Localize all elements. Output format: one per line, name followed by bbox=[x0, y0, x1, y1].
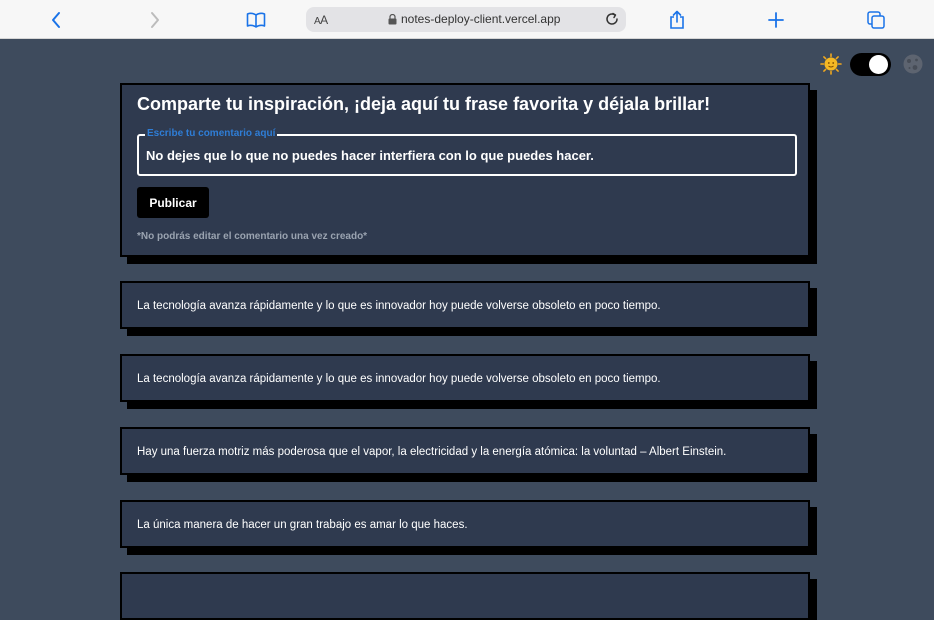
switch-knob bbox=[869, 55, 888, 74]
publish-button[interactable]: Publicar bbox=[137, 187, 209, 218]
comment-input[interactable]: Escribe tu comentario aquí No dejes que … bbox=[137, 128, 797, 176]
chevron-left-icon bbox=[52, 12, 60, 28]
comment-input-label: Escribe tu comentario aquí bbox=[145, 128, 278, 139]
book-icon bbox=[246, 12, 266, 28]
chevron-right-icon bbox=[151, 12, 159, 28]
share-icon bbox=[670, 10, 684, 29]
lock-icon bbox=[388, 14, 397, 25]
text-size-large-label: A bbox=[320, 13, 328, 27]
comment-card: La única manera de hacer un gran trabajo… bbox=[120, 500, 810, 548]
comment-text: Hay una fuerza motriz más poderosa que e… bbox=[137, 446, 727, 458]
compose-card: Comparte tu inspiración, ¡deja aquí tu f… bbox=[120, 83, 810, 257]
comment-card: La tecnología avanza rápidamente y lo qu… bbox=[120, 354, 810, 402]
bookmarks-button[interactable] bbox=[244, 8, 268, 32]
comment-text: La única manera de hacer un gran trabajo… bbox=[137, 519, 468, 531]
compose-title: Comparte tu inspiración, ¡deja aquí tu f… bbox=[137, 94, 711, 114]
dark-mode-switch[interactable] bbox=[850, 53, 891, 76]
comment-card-partial bbox=[120, 572, 810, 620]
text-size-button[interactable]: AA bbox=[314, 13, 328, 27]
back-button[interactable] bbox=[44, 8, 68, 32]
moon-icon[interactable] bbox=[902, 53, 924, 75]
comment-text: La tecnología avanza rápidamente y lo qu… bbox=[137, 300, 661, 312]
comment-card: La tecnología avanza rápidamente y lo qu… bbox=[120, 281, 810, 329]
plus-icon bbox=[768, 12, 784, 28]
tabs-button[interactable] bbox=[864, 8, 888, 32]
forward-button[interactable] bbox=[143, 8, 167, 32]
theme-toggle bbox=[818, 52, 928, 78]
comment-text: La tecnología avanza rápidamente y lo qu… bbox=[137, 373, 661, 385]
browser-toolbar: AA notes-deploy-client.vercel.app bbox=[0, 0, 934, 39]
sun-icon[interactable] bbox=[820, 53, 842, 75]
address-bar[interactable]: AA notes-deploy-client.vercel.app bbox=[306, 7, 626, 32]
share-button[interactable] bbox=[665, 8, 689, 32]
comment-card: Hay una fuerza motriz más poderosa que e… bbox=[120, 427, 810, 475]
edit-warning-note: *No podrás editar el comentario una vez … bbox=[137, 231, 368, 242]
tabs-icon bbox=[867, 11, 885, 29]
url-text: notes-deploy-client.vercel.app bbox=[401, 12, 561, 26]
new-tab-button[interactable] bbox=[764, 8, 788, 32]
comment-input-value: No dejes que lo que no puedes hacer inte… bbox=[146, 148, 594, 163]
reload-icon[interactable] bbox=[604, 11, 620, 27]
